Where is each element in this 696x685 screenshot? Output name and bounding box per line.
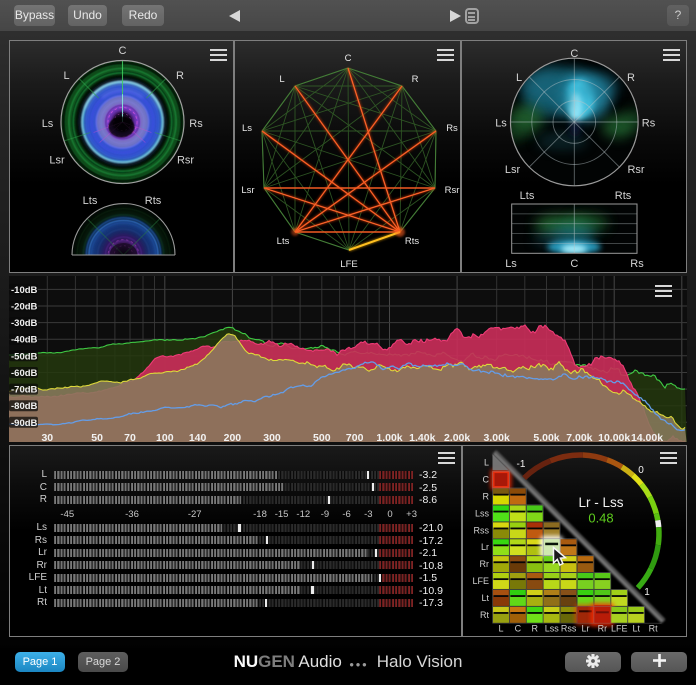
svg-text:Rs: Rs	[642, 118, 656, 130]
svg-text:1: 1	[644, 587, 650, 598]
svg-text:Ls: Ls	[42, 118, 54, 130]
svg-text:LFE: LFE	[472, 576, 489, 586]
svg-text:C: C	[570, 48, 578, 60]
svg-text:Ls: Ls	[505, 258, 517, 270]
svg-text:Rts: Rts	[145, 195, 162, 207]
svg-text:L: L	[498, 624, 503, 634]
svg-text:Lr: Lr	[581, 624, 589, 634]
svg-text:Rsr: Rsr	[177, 155, 194, 167]
svg-text:L: L	[63, 70, 69, 82]
svg-text:1.40k: 1.40k	[409, 432, 435, 442]
svg-text:140: 140	[189, 432, 207, 442]
svg-text:10.00k: 10.00k	[598, 432, 630, 442]
svg-text:Lts: Lts	[520, 190, 535, 202]
svg-text:700: 700	[346, 432, 364, 442]
svg-text:-20dB: -20dB	[11, 302, 38, 313]
svg-text:Lsr: Lsr	[241, 185, 254, 196]
svg-text:70: 70	[124, 432, 136, 442]
svg-text:Lts: Lts	[83, 195, 98, 207]
svg-text:Ls: Ls	[495, 118, 507, 130]
svg-text:C: C	[483, 475, 490, 485]
svg-text:3.00k: 3.00k	[484, 432, 510, 442]
svg-text:L: L	[279, 74, 284, 85]
svg-text:-1: -1	[517, 459, 526, 470]
svg-text:-90dB: -90dB	[11, 418, 38, 429]
svg-text:Rsr: Rsr	[627, 164, 644, 176]
svg-text:30: 30	[41, 432, 53, 442]
svg-text:500: 500	[313, 432, 331, 442]
svg-text:Rt: Rt	[649, 624, 658, 634]
svg-text:1.00k: 1.00k	[376, 432, 402, 442]
svg-text:Rss: Rss	[561, 624, 577, 634]
svg-text:C: C	[119, 45, 127, 57]
svg-text:Rs: Rs	[630, 258, 644, 270]
svg-text:Lsr: Lsr	[505, 164, 521, 176]
svg-text:50: 50	[91, 432, 103, 442]
svg-text:L: L	[484, 458, 489, 468]
svg-text:Rr: Rr	[480, 559, 490, 569]
svg-text:Lt: Lt	[632, 624, 640, 634]
svg-text:-60dB: -60dB	[11, 368, 38, 379]
svg-text:C: C	[570, 258, 578, 270]
svg-text:L: L	[516, 72, 522, 84]
svg-text:Lr - Lss: Lr - Lss	[578, 495, 623, 510]
svg-text:Rsr: Rsr	[445, 185, 460, 196]
svg-text:LFE: LFE	[340, 259, 357, 270]
svg-text:Rs: Rs	[446, 123, 458, 134]
svg-text:Rts: Rts	[405, 236, 420, 247]
svg-text:Rss: Rss	[474, 525, 490, 535]
svg-text:Ls: Ls	[242, 123, 252, 134]
svg-text:R: R	[532, 624, 539, 634]
svg-text:5.00k: 5.00k	[533, 432, 559, 442]
svg-text:-10dB: -10dB	[11, 285, 38, 296]
svg-text:-80dB: -80dB	[11, 401, 38, 412]
svg-text:Lr: Lr	[481, 542, 489, 552]
svg-text:R: R	[176, 70, 184, 82]
svg-text:C: C	[345, 53, 352, 64]
svg-text:2.00k: 2.00k	[444, 432, 470, 442]
svg-text:200: 200	[224, 432, 242, 442]
svg-text:0: 0	[638, 465, 644, 476]
svg-text:Lss: Lss	[475, 508, 490, 518]
svg-text:Rr: Rr	[598, 624, 608, 634]
svg-text:Lsr: Lsr	[49, 155, 65, 167]
svg-text:Rt: Rt	[480, 610, 489, 620]
svg-text:-70dB: -70dB	[11, 385, 38, 396]
svg-text:Lts: Lts	[277, 236, 290, 247]
svg-text:R: R	[412, 74, 419, 85]
svg-text:LFE: LFE	[611, 624, 628, 634]
svg-text:C: C	[515, 624, 522, 634]
svg-text:Rts: Rts	[615, 190, 632, 202]
svg-text:R: R	[483, 492, 490, 502]
svg-text:Lss: Lss	[545, 624, 560, 634]
svg-text:-50dB: -50dB	[11, 351, 38, 362]
svg-text:14.00k: 14.00k	[631, 432, 663, 442]
svg-text:100: 100	[156, 432, 174, 442]
svg-text:0.48: 0.48	[588, 511, 613, 526]
svg-text:-30dB: -30dB	[11, 318, 38, 329]
svg-text:R: R	[627, 72, 635, 84]
svg-text:-40dB: -40dB	[11, 335, 38, 346]
svg-text:300: 300	[263, 432, 281, 442]
svg-text:7.00k: 7.00k	[566, 432, 592, 442]
svg-text:Rs: Rs	[189, 118, 203, 130]
svg-text:Lt: Lt	[481, 593, 489, 603]
